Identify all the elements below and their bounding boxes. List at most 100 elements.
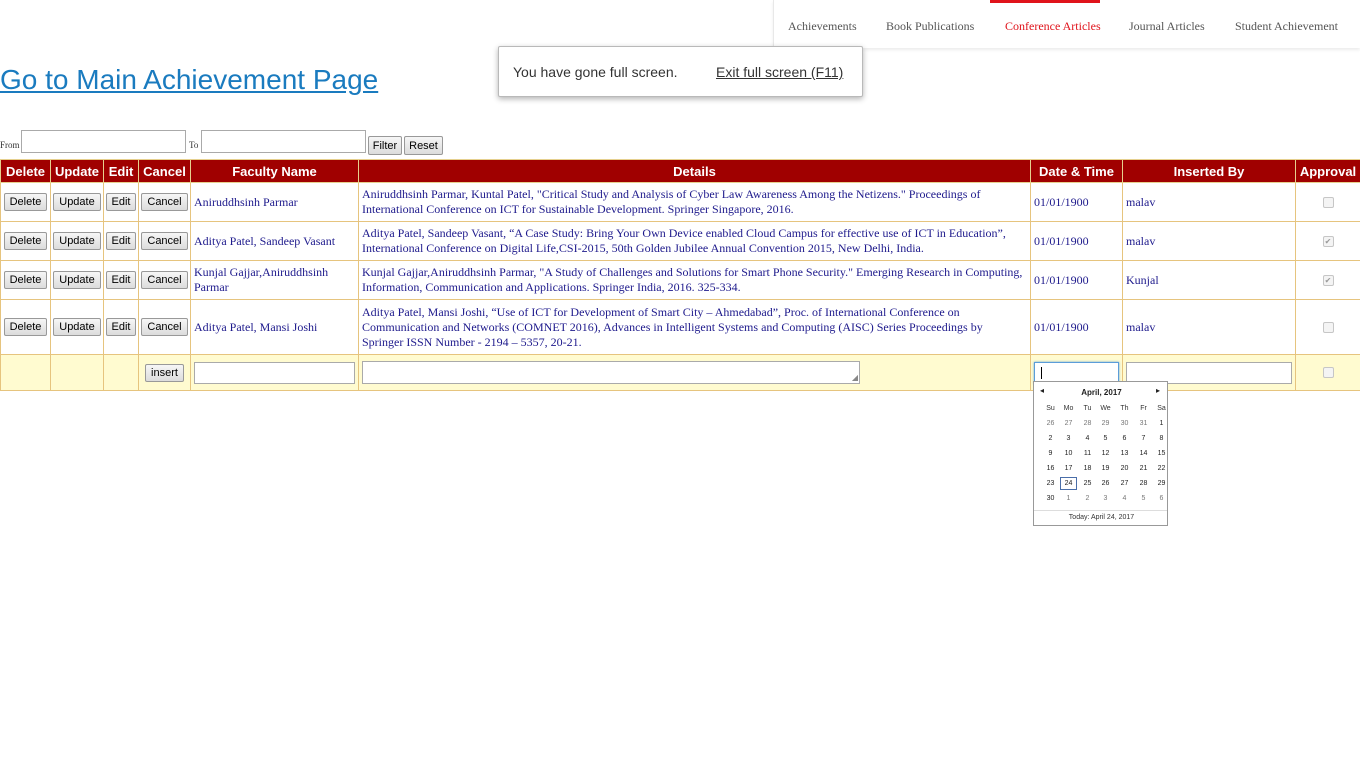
- inserted-by-cell: malav: [1122, 221, 1296, 261]
- calendar-day[interactable]: 29: [1097, 417, 1114, 430]
- edit-button[interactable]: Edit: [105, 271, 137, 289]
- calendar-day[interactable]: 2: [1079, 492, 1096, 505]
- calendar-day[interactable]: 1: [1060, 492, 1077, 505]
- calendar-day[interactable]: 3: [1060, 432, 1077, 445]
- calendar-day[interactable]: 27: [1116, 477, 1133, 490]
- calendar-day[interactable]: 30: [1116, 417, 1133, 430]
- edit-button[interactable]: Edit: [105, 232, 137, 250]
- calendar-day[interactable]: 5: [1135, 492, 1152, 505]
- approval-checkbox[interactable]: ✔: [1322, 235, 1334, 247]
- delete-button[interactable]: Delete: [3, 232, 48, 250]
- calendar-day[interactable]: 21: [1135, 462, 1152, 475]
- calendar-day[interactable]: 12: [1097, 447, 1114, 460]
- update-button[interactable]: Update: [53, 193, 101, 211]
- calendar-day[interactable]: 20: [1116, 462, 1133, 475]
- table-header-row: Delete Update Edit Cancel Faculty Name D…: [0, 159, 1360, 183]
- faculty-name-input[interactable]: [194, 361, 355, 384]
- calendar-day[interactable]: 26: [1097, 477, 1114, 490]
- header-cancel: Cancel: [138, 159, 191, 183]
- calendar-day[interactable]: 22: [1153, 462, 1167, 475]
- calendar-day[interactable]: 27: [1060, 417, 1077, 430]
- cancel-button[interactable]: Cancel: [141, 193, 188, 211]
- calendar-day[interactable]: 9: [1042, 447, 1059, 460]
- update-button[interactable]: Update: [53, 271, 101, 289]
- calendar-day[interactable]: 5: [1097, 432, 1114, 445]
- calendar-day[interactable]: 3: [1097, 492, 1114, 505]
- calendar-day[interactable]: 7: [1135, 432, 1152, 445]
- nav-book-publications[interactable]: Book Publications: [886, 0, 974, 48]
- weekday-label: Mo: [1063, 405, 1074, 412]
- weekday-label: Fr: [1140, 405, 1147, 412]
- faculty-name-cell: Aniruddhsinh Parmar: [190, 182, 359, 222]
- update-button[interactable]: Update: [53, 318, 101, 336]
- calendar-day[interactable]: 28: [1135, 477, 1152, 490]
- calendar-day[interactable]: 14: [1135, 447, 1152, 460]
- calendar-day[interactable]: 18: [1079, 462, 1096, 475]
- delete-button[interactable]: Delete: [3, 193, 48, 211]
- datepicker-today[interactable]: Today: April 24, 2017: [1034, 510, 1167, 521]
- table-row: Delete Update Edit Cancel Aditya Patel, …: [0, 299, 1360, 355]
- calendar-day[interactable]: 25: [1079, 477, 1096, 490]
- calendar-day[interactable]: 8: [1153, 432, 1167, 445]
- delete-button[interactable]: Delete: [3, 271, 48, 289]
- calendar-day[interactable]: 6: [1153, 492, 1167, 505]
- update-button[interactable]: Update: [53, 232, 101, 250]
- details-cell: Kunjal Gajjar,Aniruddhsinh Parmar, "A St…: [358, 260, 1031, 300]
- fullscreen-message: You have gone full screen.: [513, 64, 678, 80]
- datepicker-title: April, 2017: [1081, 388, 1122, 397]
- calendar-day[interactable]: 16: [1042, 462, 1059, 475]
- text-cursor: [1041, 366, 1042, 379]
- nav-conference-articles[interactable]: Conference Articles: [990, 0, 1101, 48]
- calendar-day[interactable]: 4: [1079, 432, 1096, 445]
- fullscreen-notification: You have gone full screen. Exit full scr…: [498, 46, 863, 97]
- edit-button[interactable]: Edit: [105, 318, 137, 336]
- conference-articles-table: Delete Update Edit Cancel Faculty Name D…: [0, 159, 1360, 391]
- calendar-day[interactable]: 24: [1060, 477, 1077, 490]
- inserted-by-cell: malav: [1122, 299, 1296, 355]
- top-navigation: Achievements Book Publications Conferenc…: [773, 0, 1360, 48]
- date-cell: 01/01/1900: [1030, 299, 1123, 355]
- approval-checkbox[interactable]: [1322, 367, 1334, 378]
- next-month-icon[interactable]: ▸: [1156, 386, 1160, 395]
- nav-achievements[interactable]: Achievements: [788, 0, 857, 48]
- approval-checkbox[interactable]: [1322, 196, 1334, 208]
- reset-button[interactable]: Reset: [404, 136, 443, 155]
- approval-checkbox[interactable]: ✔: [1322, 274, 1334, 286]
- insert-button[interactable]: insert: [145, 363, 184, 382]
- resize-grip-icon[interactable]: ◢: [852, 374, 858, 382]
- nav-journal-articles[interactable]: Journal Articles: [1129, 0, 1205, 48]
- header-inserted-by: Inserted By: [1122, 159, 1296, 183]
- calendar-day[interactable]: 26: [1042, 417, 1059, 430]
- exit-fullscreen-link[interactable]: Exit full screen (F11): [716, 64, 843, 80]
- edit-button[interactable]: Edit: [105, 193, 137, 211]
- calendar-day[interactable]: 17: [1060, 462, 1077, 475]
- calendar-day[interactable]: 31: [1135, 417, 1152, 430]
- details-textarea[interactable]: ◢: [362, 361, 860, 384]
- to-date-input[interactable]: [201, 130, 366, 153]
- delete-button[interactable]: Delete: [3, 318, 48, 336]
- calendar-day[interactable]: 19: [1097, 462, 1114, 475]
- calendar-day[interactable]: 4: [1116, 492, 1133, 505]
- calendar-day[interactable]: 13: [1116, 447, 1133, 460]
- filter-button[interactable]: Filter: [368, 136, 402, 155]
- main-achievement-link[interactable]: Go to Main Achievement Page: [0, 64, 378, 96]
- cancel-button[interactable]: Cancel: [141, 271, 188, 289]
- header-faculty-name: Faculty Name: [190, 159, 359, 183]
- cancel-button[interactable]: Cancel: [141, 318, 188, 336]
- nav-student-achievement[interactable]: Student Achievement: [1235, 0, 1338, 48]
- calendar-day[interactable]: 1: [1153, 417, 1167, 430]
- cancel-button[interactable]: Cancel: [141, 232, 188, 250]
- calendar-day[interactable]: 10: [1060, 447, 1077, 460]
- weekday-label: Sa: [1157, 405, 1166, 412]
- from-date-input[interactable]: [21, 130, 186, 153]
- calendar-day[interactable]: 30: [1042, 492, 1059, 505]
- calendar-day[interactable]: 2: [1042, 432, 1059, 445]
- calendar-day[interactable]: 28: [1079, 417, 1096, 430]
- calendar-day[interactable]: 23: [1042, 477, 1059, 490]
- calendar-day[interactable]: 29: [1153, 477, 1167, 490]
- calendar-day[interactable]: 15: [1153, 447, 1167, 460]
- header-delete: Delete: [0, 159, 51, 183]
- approval-checkbox[interactable]: [1322, 321, 1334, 333]
- calendar-day[interactable]: 6: [1116, 432, 1133, 445]
- calendar-day[interactable]: 11: [1079, 447, 1096, 460]
